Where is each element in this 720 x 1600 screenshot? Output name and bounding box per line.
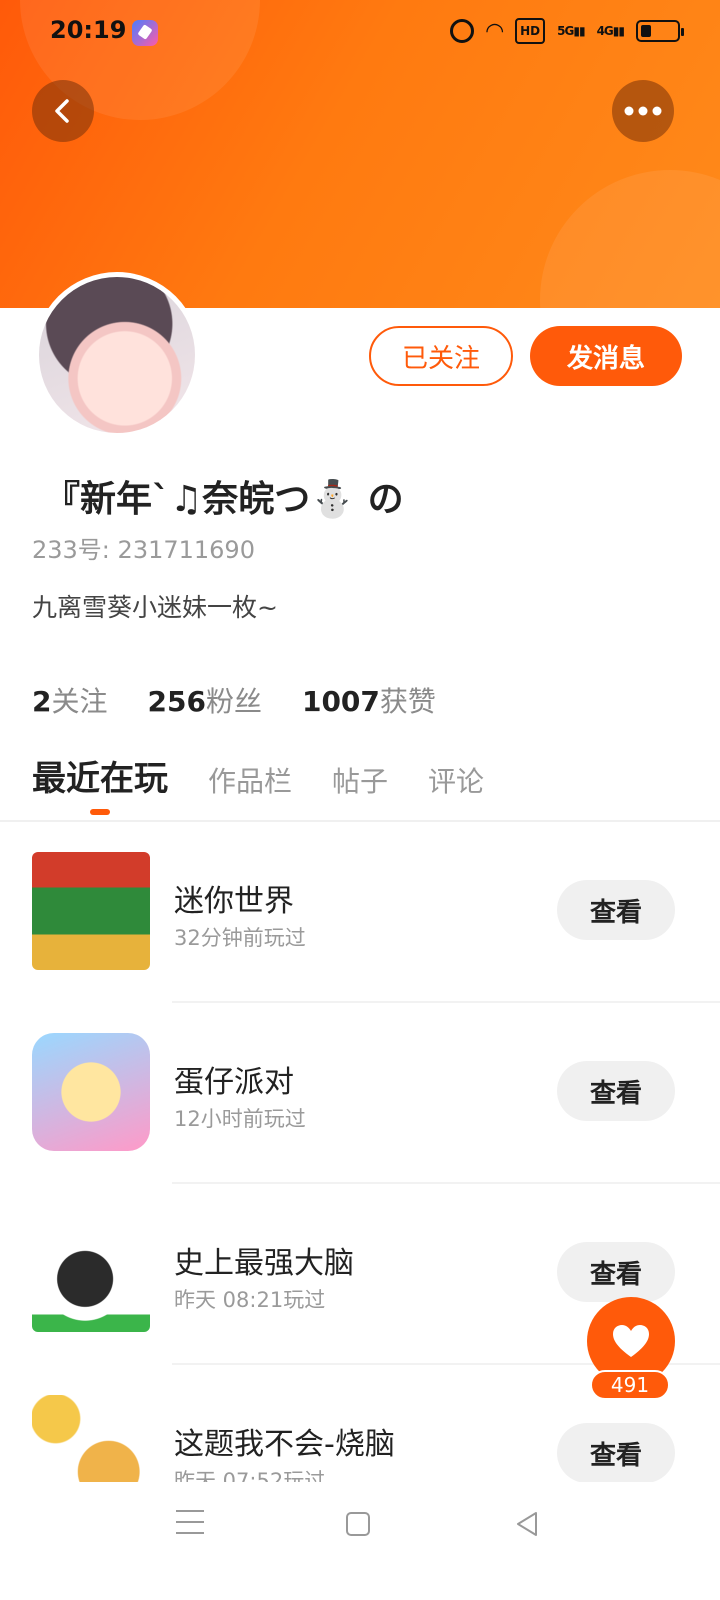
tab-comments[interactable]: 评论 xyxy=(428,760,484,800)
back-triangle-icon[interactable] xyxy=(514,1510,540,1538)
stat-likes[interactable]: 1007获赞 xyxy=(302,680,436,720)
stat-fans[interactable]: 256粉丝 xyxy=(148,680,262,720)
view-button[interactable]: 查看 xyxy=(557,880,675,940)
stat-following[interactable]: 2关注 xyxy=(32,680,108,720)
back-button[interactable] xyxy=(32,80,94,142)
username: 『新年`♫奈皖つ⛄ の xyxy=(44,479,404,520)
tab-works[interactable]: 作品栏 xyxy=(208,760,292,800)
view-button[interactable]: 查看 xyxy=(557,1242,675,1302)
game-thumbnail xyxy=(32,1033,150,1151)
game-thumbnail xyxy=(32,1395,150,1482)
header-decoration xyxy=(540,170,720,308)
user-id-label: 233号: xyxy=(32,536,110,564)
stat-following-count: 2 xyxy=(32,685,52,718)
like-count: 491 xyxy=(590,1370,670,1400)
profile-tabs: 最近在玩 作品栏 帖子 评论 xyxy=(32,756,484,815)
game-last-played: 12小时前玩过 xyxy=(174,1107,306,1131)
list-item[interactable]: 迷你世界 32分钟前玩过 查看 xyxy=(0,822,720,1003)
status-bar: 20:19 ◠ HD 5G ▮▮ 4G ▮▮ xyxy=(0,0,720,64)
followed-button[interactable]: 已关注 xyxy=(369,326,513,386)
status-icons: ◠ HD 5G ▮▮ 4G ▮▮ xyxy=(450,18,684,44)
game-name: 这题我不会-烧脑 xyxy=(174,1427,395,1462)
more-dots-icon xyxy=(624,106,662,116)
tab-posts[interactable]: 帖子 xyxy=(332,760,388,800)
avatar[interactable] xyxy=(34,272,200,438)
user-id: 233号: 231711690 xyxy=(32,530,255,565)
send-message-button[interactable]: 发消息 xyxy=(530,326,682,386)
status-time: 20:19 xyxy=(50,16,127,44)
tab-recently-played[interactable]: 最近在玩 xyxy=(32,751,168,815)
game-last-played: 32分钟前玩过 xyxy=(174,926,306,950)
game-name: 蛋仔派对 xyxy=(174,1065,294,1100)
battery-icon xyxy=(636,18,684,44)
game-thumbnail xyxy=(32,1214,150,1332)
stat-fans-count: 256 xyxy=(147,685,206,718)
signal-5g-icon: 5G ▮▮ xyxy=(557,24,585,38)
wifi-icon: ◠ xyxy=(486,18,504,44)
menu-icon[interactable] xyxy=(176,1510,204,1538)
more-button[interactable] xyxy=(612,80,674,142)
view-button[interactable]: 查看 xyxy=(557,1423,675,1482)
stat-likes-label: 获赞 xyxy=(379,685,436,718)
system-nav-bar xyxy=(0,1482,720,1600)
heart-icon xyxy=(613,1325,649,1357)
signal-4g-icon: 4G ▮▮ xyxy=(596,24,625,38)
stat-likes-count: 1007 xyxy=(301,685,380,718)
chevron-left-icon xyxy=(55,99,69,123)
game-name: 迷你世界 xyxy=(174,884,294,919)
game-last-played: 昨天 08:21玩过 xyxy=(174,1288,326,1312)
game-name: 史上最强大脑 xyxy=(174,1246,354,1281)
list-item[interactable]: 蛋仔派对 12小时前玩过 查看 xyxy=(0,1003,720,1184)
view-button[interactable]: 查看 xyxy=(557,1061,675,1121)
user-id-value: 231711690 xyxy=(117,536,255,564)
stat-fans-label: 粉丝 xyxy=(205,685,262,718)
game-last-played: 昨天 07:52玩过 xyxy=(174,1469,326,1482)
hd-icon: HD xyxy=(515,18,546,44)
profile-stats: 2关注 256粉丝 1007获赞 xyxy=(32,680,436,720)
alarm-icon xyxy=(450,18,475,44)
home-square-icon[interactable] xyxy=(346,1512,370,1536)
stat-following-label: 关注 xyxy=(51,685,108,718)
avatar-image xyxy=(39,277,195,433)
user-bio: 九离雪葵小迷妹一枚~ xyxy=(32,593,278,622)
game-thumbnail xyxy=(32,852,150,970)
app-notification-icon xyxy=(132,20,158,46)
